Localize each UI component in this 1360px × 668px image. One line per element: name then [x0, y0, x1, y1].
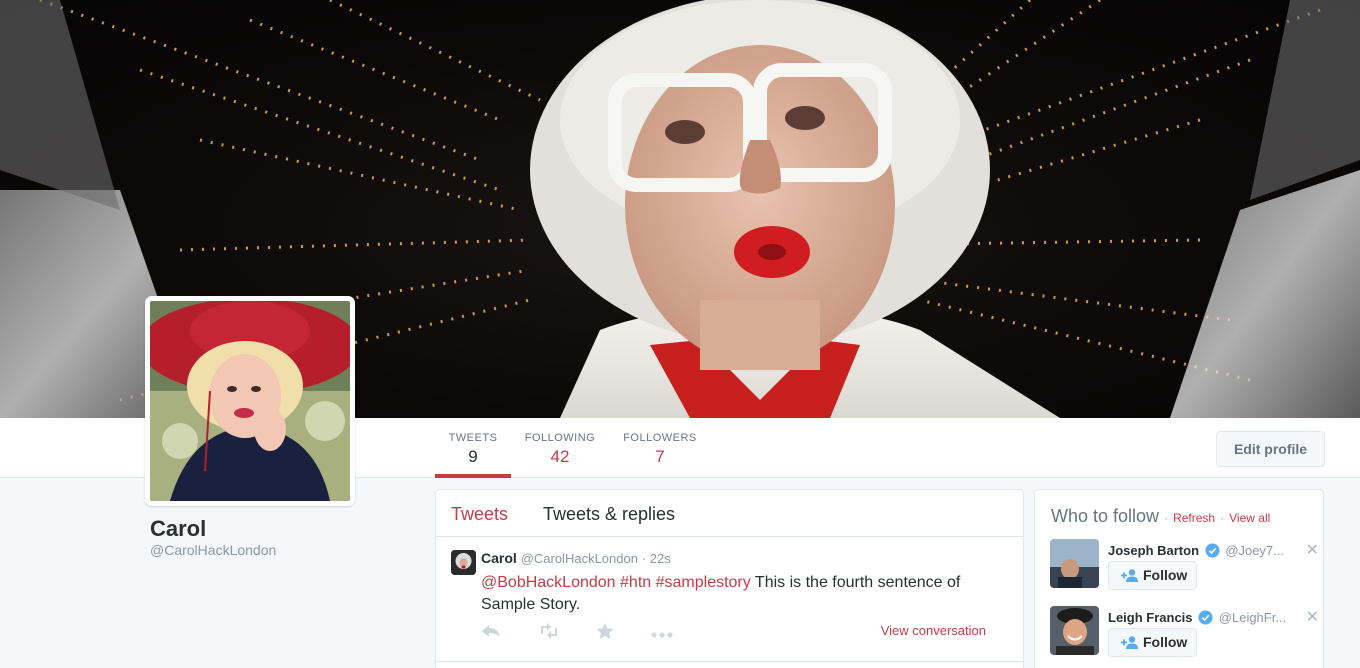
dismiss-close-icon[interactable]: ✕ — [1306, 607, 1319, 627]
follow-button-label: Follow — [1143, 567, 1188, 583]
tweet-item[interactable]: Carol @CarolHackLondon · 22s @BobHackLon… — [436, 537, 1023, 662]
tweet-avatar[interactable] — [451, 550, 476, 575]
dismiss-close-icon[interactable]: ✕ — [1306, 540, 1319, 560]
profile-handle[interactable]: @CarolHackLondon — [150, 542, 276, 558]
stat-followers-label: FOLLOWERS — [623, 432, 697, 444]
suggestion-item: Joseph Barton @Joey7... Follow ✕ — [1050, 539, 1319, 595]
verified-badge-icon — [1205, 543, 1220, 558]
suggestion-avatar[interactable] — [1050, 606, 1099, 655]
refresh-link[interactable]: Refresh — [1173, 511, 1215, 525]
stat-tweets-label: TWEETS — [448, 432, 498, 444]
timeline: Tweets Tweets & replies Carol @CarolHack… — [435, 489, 1024, 668]
favorite-star-icon[interactable] — [596, 623, 614, 644]
follow-button[interactable]: Follow — [1108, 561, 1197, 590]
follow-button[interactable]: Follow — [1108, 628, 1197, 657]
suggestion-avatar-photo — [1050, 606, 1099, 655]
suggestion-fullname[interactable]: Leigh Francis — [1108, 610, 1193, 625]
suggestion-handle[interactable]: @Joey7... — [1225, 543, 1284, 558]
tweet-hashtag-link[interactable]: #samplestory — [656, 574, 751, 591]
profile-name[interactable]: Carol — [150, 516, 206, 542]
tweet-author-name[interactable]: Carol — [481, 550, 517, 566]
timeline-tabs: Tweets Tweets & replies — [436, 490, 1023, 537]
suggestion-fullname[interactable]: Joseph Barton — [1108, 543, 1199, 558]
suggestion-handle[interactable]: @LeighFr... — [1219, 610, 1286, 625]
stat-following-count: 42 — [550, 447, 570, 466]
stat-following-label: FOLLOWING — [524, 432, 596, 444]
tweet-timestamp[interactable]: · 22s — [642, 551, 671, 566]
stat-tweets-count: 9 — [468, 447, 478, 466]
reply-icon[interactable] — [481, 623, 501, 644]
suggestion-name: Leigh Francis @LeighFr... — [1108, 610, 1286, 625]
edit-profile-button[interactable]: Edit profile — [1216, 431, 1325, 467]
tweet-author-handle[interactable]: @CarolHackLondon — [521, 551, 638, 566]
tweet-actions: View conversation — [481, 623, 1001, 643]
tweet-mention-link[interactable]: @BobHackLondon — [481, 574, 616, 591]
stat-tweets[interactable]: TWEETS 9 — [435, 418, 511, 478]
tab-tweets-and-replies[interactable]: Tweets & replies — [543, 504, 675, 525]
suggestion-avatar-photo — [1050, 539, 1099, 588]
who-to-follow-header: Who to follow · Refresh · View all — [1051, 506, 1270, 527]
separator-dot: · — [1220, 511, 1225, 525]
stat-following[interactable]: FOLLOWING 42 — [522, 418, 598, 478]
suggestion-item: Leigh Francis @LeighFr... Follow ✕ — [1050, 606, 1319, 662]
tweet-text: @BobHackLondon #htn #samplestory This is… — [481, 572, 1001, 616]
stat-followers-count: 7 — [655, 447, 665, 466]
tweet-header: Carol @CarolHackLondon · 22s — [481, 550, 671, 566]
follow-button-label: Follow — [1143, 634, 1188, 650]
retweet-icon[interactable] — [537, 623, 561, 644]
follow-person-icon — [1121, 569, 1138, 582]
more-options-icon[interactable] — [651, 626, 673, 644]
suggestion-name: Joseph Barton @Joey7... — [1108, 543, 1284, 558]
view-all-link[interactable]: View all — [1229, 511, 1270, 525]
follow-person-icon — [1121, 636, 1138, 649]
separator-dot: · — [1164, 511, 1169, 525]
who-to-follow-panel: Who to follow · Refresh · View all Josep… — [1034, 489, 1324, 668]
tweet-hashtag-link[interactable]: #htn — [620, 574, 651, 591]
stat-followers[interactable]: FOLLOWERS 7 — [620, 418, 700, 478]
who-to-follow-title: Who to follow — [1051, 506, 1160, 526]
suggestion-avatar[interactable] — [1050, 539, 1099, 588]
view-conversation-link[interactable]: View conversation — [881, 623, 986, 638]
verified-badge-icon — [1198, 610, 1213, 625]
avatar-photo — [150, 301, 350, 501]
tweet-avatar-photo — [451, 550, 476, 575]
profile-avatar[interactable] — [145, 296, 355, 506]
tab-tweets[interactable]: Tweets — [451, 504, 508, 525]
